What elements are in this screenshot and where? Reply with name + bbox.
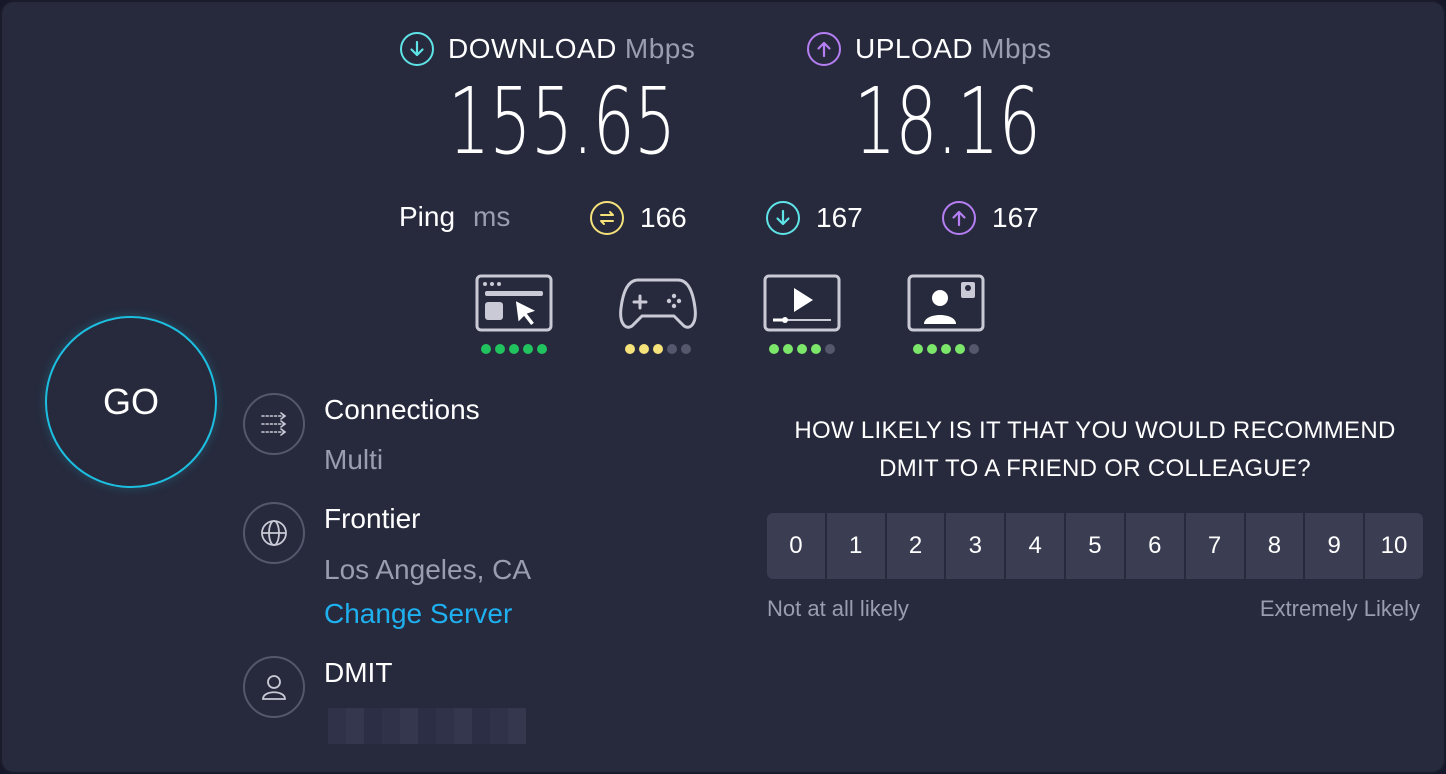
scale-option-1[interactable]: 1 — [826, 513, 885, 579]
arrow-down-circle-icon — [400, 32, 434, 66]
activity-video-chat — [906, 274, 986, 354]
video-streaming-icon — [763, 274, 841, 332]
scale-option-10[interactable]: 10 — [1365, 513, 1423, 579]
rating-dot — [509, 344, 519, 354]
server-name: Frontier — [324, 503, 421, 534]
ping-label: Ping — [399, 201, 456, 232]
scale-option-4[interactable]: 4 — [1006, 513, 1065, 579]
rating-dot — [955, 344, 965, 354]
ping-idle: 166 — [590, 201, 687, 235]
connections-icon — [243, 393, 305, 455]
rating-dots — [913, 344, 979, 354]
rating-dot — [495, 344, 505, 354]
gaming-icon — [619, 278, 697, 329]
rating-dots — [769, 344, 835, 354]
rating-dot — [639, 344, 649, 354]
rating-dot — [811, 344, 821, 354]
scale-option-7[interactable]: 7 — [1185, 513, 1244, 579]
redacted-ip — [328, 708, 526, 744]
rating-dot — [523, 344, 533, 354]
server-location: Los Angeles, CA — [324, 554, 532, 585]
globe-icon — [243, 502, 305, 564]
provider-name: DMIT — [324, 657, 393, 688]
ping-unit: ms — [473, 201, 511, 232]
latency-upload-icon — [942, 201, 976, 235]
download-value: 155.65 — [448, 68, 676, 175]
web-browsing-icon — [475, 274, 553, 332]
rating-dots — [481, 344, 547, 354]
scale-option-8[interactable]: 8 — [1245, 513, 1304, 579]
activity-gaming — [618, 274, 698, 354]
scale-option-0[interactable]: 0 — [767, 513, 825, 579]
rating-dot — [653, 344, 663, 354]
upload-value: 18.16 — [854, 68, 1041, 175]
video-chat-icon — [907, 274, 985, 332]
rating-dots — [625, 344, 691, 354]
rating-dot — [667, 344, 677, 354]
scale-option-2[interactable]: 2 — [886, 513, 945, 579]
rating-dot — [625, 344, 635, 354]
rating-dot — [797, 344, 807, 354]
scale-high-label: Extremely Likely — [1259, 596, 1420, 621]
rating-dot — [927, 344, 937, 354]
latency-idle-icon — [590, 201, 624, 235]
latency-download-icon — [766, 201, 800, 235]
change-server-link[interactable]: Change Server — [324, 598, 512, 630]
connections-value: Multi — [324, 444, 384, 475]
activity-video-streaming — [762, 274, 842, 354]
ping-label-group: Ping ms — [399, 201, 510, 233]
download-header: DOWNLOAD Mbps — [400, 32, 695, 66]
upload-unit: Mbps — [981, 33, 1052, 64]
ping-download-value: 167 — [816, 202, 863, 233]
activity-web-browsing — [474, 274, 554, 354]
ping-upload-value: 167 — [992, 202, 1039, 233]
connections-title: Connections — [324, 394, 480, 425]
rating-dot — [769, 344, 779, 354]
rating-dot — [537, 344, 547, 354]
download-label: DOWNLOAD — [448, 33, 617, 64]
rating-dot — [969, 344, 979, 354]
rating-dot — [825, 344, 835, 354]
scale-option-6[interactable]: 6 — [1125, 513, 1184, 579]
ping-download: 167 — [766, 201, 863, 235]
rating-dot — [481, 344, 491, 354]
speedtest-panel: DOWNLOAD Mbps 155.65 UPLOAD Mbps 18.16 Pin… — [0, 0, 1446, 774]
scale-option-9[interactable]: 9 — [1305, 513, 1364, 579]
rating-dot — [681, 344, 691, 354]
go-button[interactable]: GO — [45, 316, 217, 488]
ping-upload: 167 — [942, 201, 1039, 235]
survey-question: HOW LIKELY IS IT THAT YOU WOULD RECOMMEN… — [794, 417, 1396, 482]
upload-header: UPLOAD Mbps — [807, 32, 1052, 66]
rating-dot — [783, 344, 793, 354]
arrow-up-circle-icon — [807, 32, 841, 66]
scale-option-3[interactable]: 3 — [946, 513, 1005, 579]
scale-low-label: Not at all likely — [767, 596, 909, 621]
upload-label: UPLOAD — [855, 33, 974, 64]
scale-option-5[interactable]: 5 — [1066, 513, 1124, 579]
rating-dot — [941, 344, 951, 354]
rating-scale: 0 1 2 3 4 5 6 7 8 9 10 — [767, 513, 1423, 579]
rating-dot — [913, 344, 923, 354]
ping-idle-value: 166 — [640, 202, 687, 233]
download-unit: Mbps — [624, 33, 696, 64]
user-icon — [243, 656, 305, 718]
